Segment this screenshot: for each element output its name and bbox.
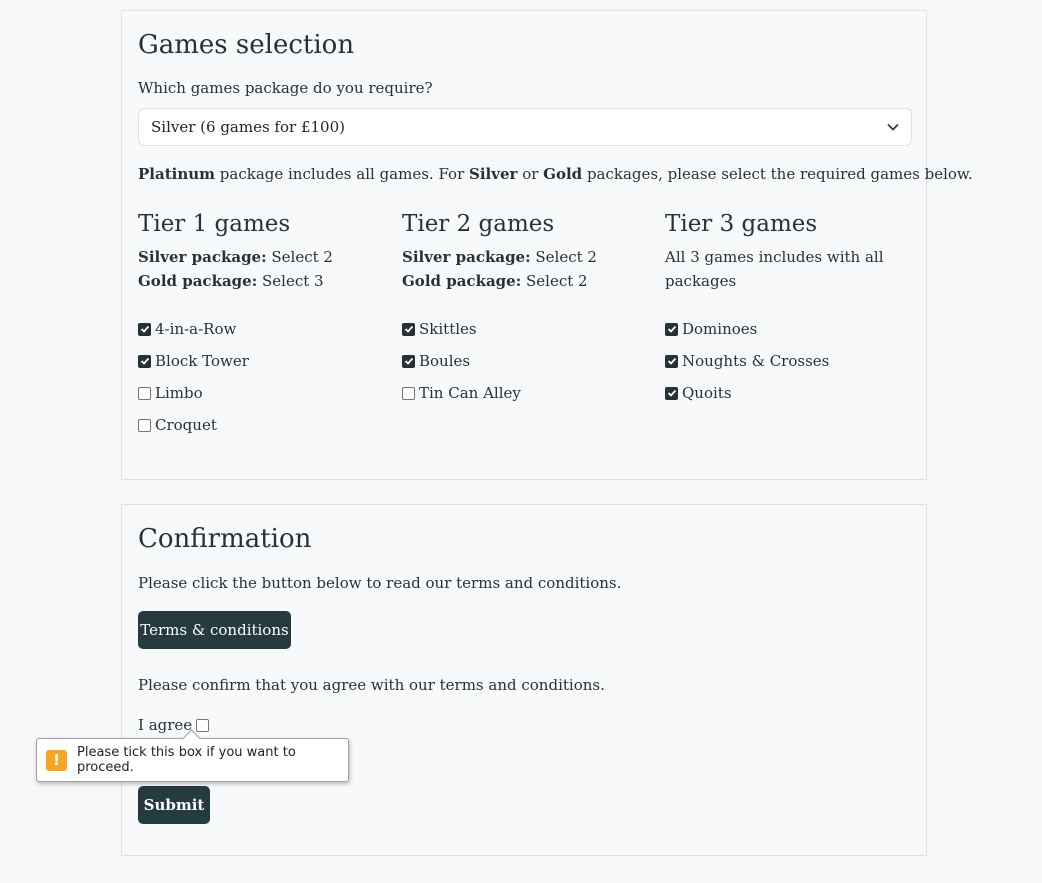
option-label: Noughts & Crosses [682, 352, 830, 370]
checkbox-unchecked[interactable] [138, 386, 151, 400]
note-text-2: or [517, 165, 544, 183]
confirmation-title: Confirmation [138, 524, 312, 554]
checkbox-unchecked[interactable] [138, 418, 151, 432]
tier-2-option-boules[interactable]: Boules [402, 345, 521, 377]
tier-2-option-skittles[interactable]: Skittles [402, 313, 521, 345]
tier-3-option-quoits[interactable]: Quoits [665, 377, 829, 409]
tier-1-option-limbo[interactable]: Limbo [138, 377, 249, 409]
tier-2-silver-label: Silver package: [402, 248, 531, 266]
agree-row: I agree [138, 713, 213, 737]
tier-1-gold-label: Gold package: [138, 272, 258, 290]
terms-and-conditions-button[interactable]: Terms & conditions [138, 611, 291, 649]
package-note: Platinum package includes all games. For… [138, 162, 973, 186]
tier-1-silver-label: Silver package: [138, 248, 267, 266]
agree-label: I agree [138, 716, 193, 734]
tier-3-note: All 3 games includes with all packages [665, 248, 884, 290]
note-text-1: package includes all games. For [215, 165, 470, 183]
validation-tooltip: ! Please tick this box if you want to pr… [36, 729, 349, 782]
checkbox-checked[interactable] [402, 322, 415, 336]
checkbox-checked[interactable] [402, 354, 415, 368]
tier-2-rules: Silver package: Select 2 Gold package: S… [402, 245, 652, 293]
tier-3-column: Tier 3 games All 3 games includes with a… [665, 209, 895, 293]
checkbox-unchecked[interactable] [402, 386, 415, 400]
tier-1-option-4-in-a-row[interactable]: 4-in-a-Row [138, 313, 249, 345]
tier-2-title: Tier 2 games [402, 211, 555, 237]
option-label: 4-in-a-Row [155, 320, 237, 338]
checkbox-checked[interactable] [138, 322, 151, 336]
confirmation-card: Confirmation Please click the button bel… [121, 504, 927, 856]
option-label: Boules [419, 352, 471, 370]
terms-intro-text: Please click the button below to read ou… [138, 574, 622, 592]
note-gold: Gold [543, 165, 583, 183]
tooltip-message: Please tick this box if you want to proc… [77, 745, 296, 775]
confirm-agreement-text: Please confirm that you agree with our t… [138, 676, 605, 694]
warning-icon: ! [46, 749, 67, 771]
option-label: Croquet [155, 416, 217, 434]
tier-3-option-dominoes[interactable]: Dominoes [665, 313, 829, 345]
tier-1-option-block-tower[interactable]: Block Tower [138, 345, 249, 377]
note-platinum: Platinum [138, 165, 216, 183]
tier-2-gold-label: Gold package: [402, 272, 522, 290]
tier-2-column: Tier 2 games Silver package: Select 2 Go… [402, 209, 652, 293]
option-label: Quoits [682, 384, 732, 402]
tier-3-title: Tier 3 games [665, 211, 818, 237]
package-select-value: Silver (6 games for £100) [151, 118, 345, 136]
tier-2-gold-value: Select 2 [521, 272, 588, 290]
chevron-down-icon [887, 121, 899, 133]
tier-1-options: 4-in-a-Row Block Tower Limbo Croquet [138, 313, 249, 441]
tier-1-title: Tier 1 games [138, 211, 291, 237]
option-label: Limbo [155, 384, 203, 402]
games-selection-card: Games selection Which games package do y… [121, 10, 973, 480]
games-selection-title: Games selection [138, 30, 355, 60]
tier-2-option-tin-can-alley[interactable]: Tin Can Alley [402, 377, 521, 409]
option-label: Tin Can Alley [419, 384, 521, 402]
tier-3-option-noughts-and-crosses[interactable]: Noughts & Crosses [665, 345, 829, 377]
tier-2-silver-value: Select 2 [530, 248, 597, 266]
checkbox-checked[interactable] [665, 322, 678, 336]
note-silver: Silver [469, 165, 518, 183]
option-label: Dominoes [682, 320, 758, 338]
submit-button[interactable]: Submit [138, 786, 210, 824]
tier-1-gold-value: Select 3 [257, 272, 324, 290]
tier-1-option-croquet[interactable]: Croquet [138, 409, 249, 441]
tier-3-options: Dominoes Noughts & Crosses Quoits [665, 313, 829, 409]
package-question: Which games package do you require? [138, 79, 433, 97]
package-select[interactable]: Silver (6 games for £100) [138, 108, 912, 146]
checkbox-checked[interactable] [665, 354, 678, 368]
tier-1-rules: Silver package: Select 2 Gold package: S… [138, 245, 388, 293]
note-text-3: packages, please select the required gam… [582, 165, 973, 183]
agree-checkbox[interactable] [196, 718, 210, 732]
checkbox-checked[interactable] [665, 386, 678, 400]
tier-1-silver-value: Select 2 [266, 248, 333, 266]
tier-1-column: Tier 1 games Silver package: Select 2 Go… [138, 209, 388, 293]
option-label: Skittles [419, 320, 477, 338]
option-label: Block Tower [155, 352, 249, 370]
checkbox-checked[interactable] [138, 354, 151, 368]
tier-2-options: Skittles Boules Tin Can Alley [402, 313, 521, 409]
